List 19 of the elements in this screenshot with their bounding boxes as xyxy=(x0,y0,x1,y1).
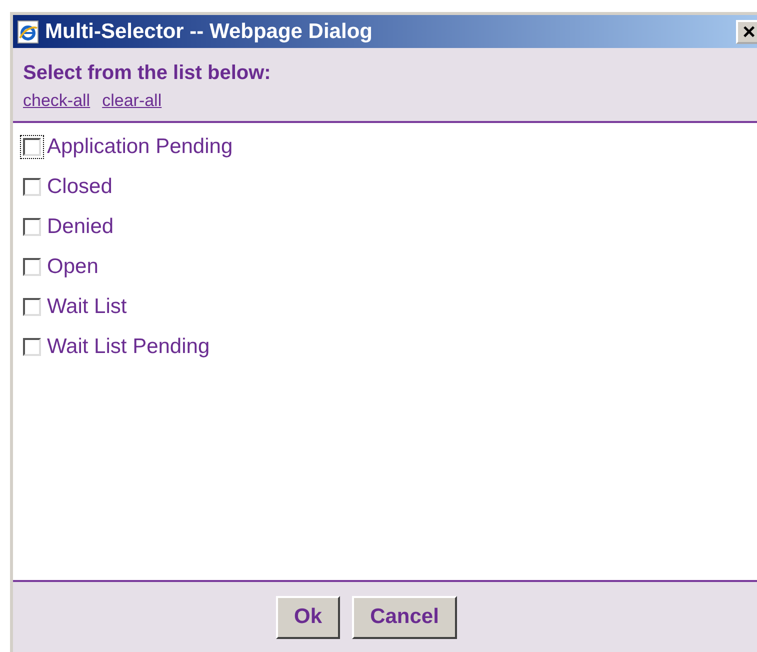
window-title: Multi-Selector -- Webpage Dialog xyxy=(45,20,372,44)
checkbox-label[interactable]: Wait List xyxy=(47,295,127,319)
link[interactable]: check-all xyxy=(23,91,90,111)
checkbox-label[interactable]: Open xyxy=(47,255,98,279)
close-button[interactable]: × xyxy=(736,20,757,44)
checkbox[interactable] xyxy=(23,178,41,196)
checkbox[interactable] xyxy=(23,338,41,356)
checkbox[interactable] xyxy=(23,258,41,276)
checkbox[interactable] xyxy=(23,218,41,236)
checkbox[interactable] xyxy=(23,298,41,316)
instruction-text: Select from the list below: xyxy=(23,62,272,85)
browser-icon xyxy=(17,20,39,44)
link[interactable]: clear-all xyxy=(102,91,162,111)
checkbox-label[interactable]: Application Pending xyxy=(47,135,233,159)
dialog-button[interactable]: Ok xyxy=(276,596,340,638)
checkbox-label[interactable]: Denied xyxy=(47,215,114,239)
dialog-button[interactable]: Cancel xyxy=(352,596,457,638)
checkbox-label[interactable]: Wait List Pending xyxy=(47,335,210,359)
checkbox-label[interactable]: Closed xyxy=(47,175,112,199)
